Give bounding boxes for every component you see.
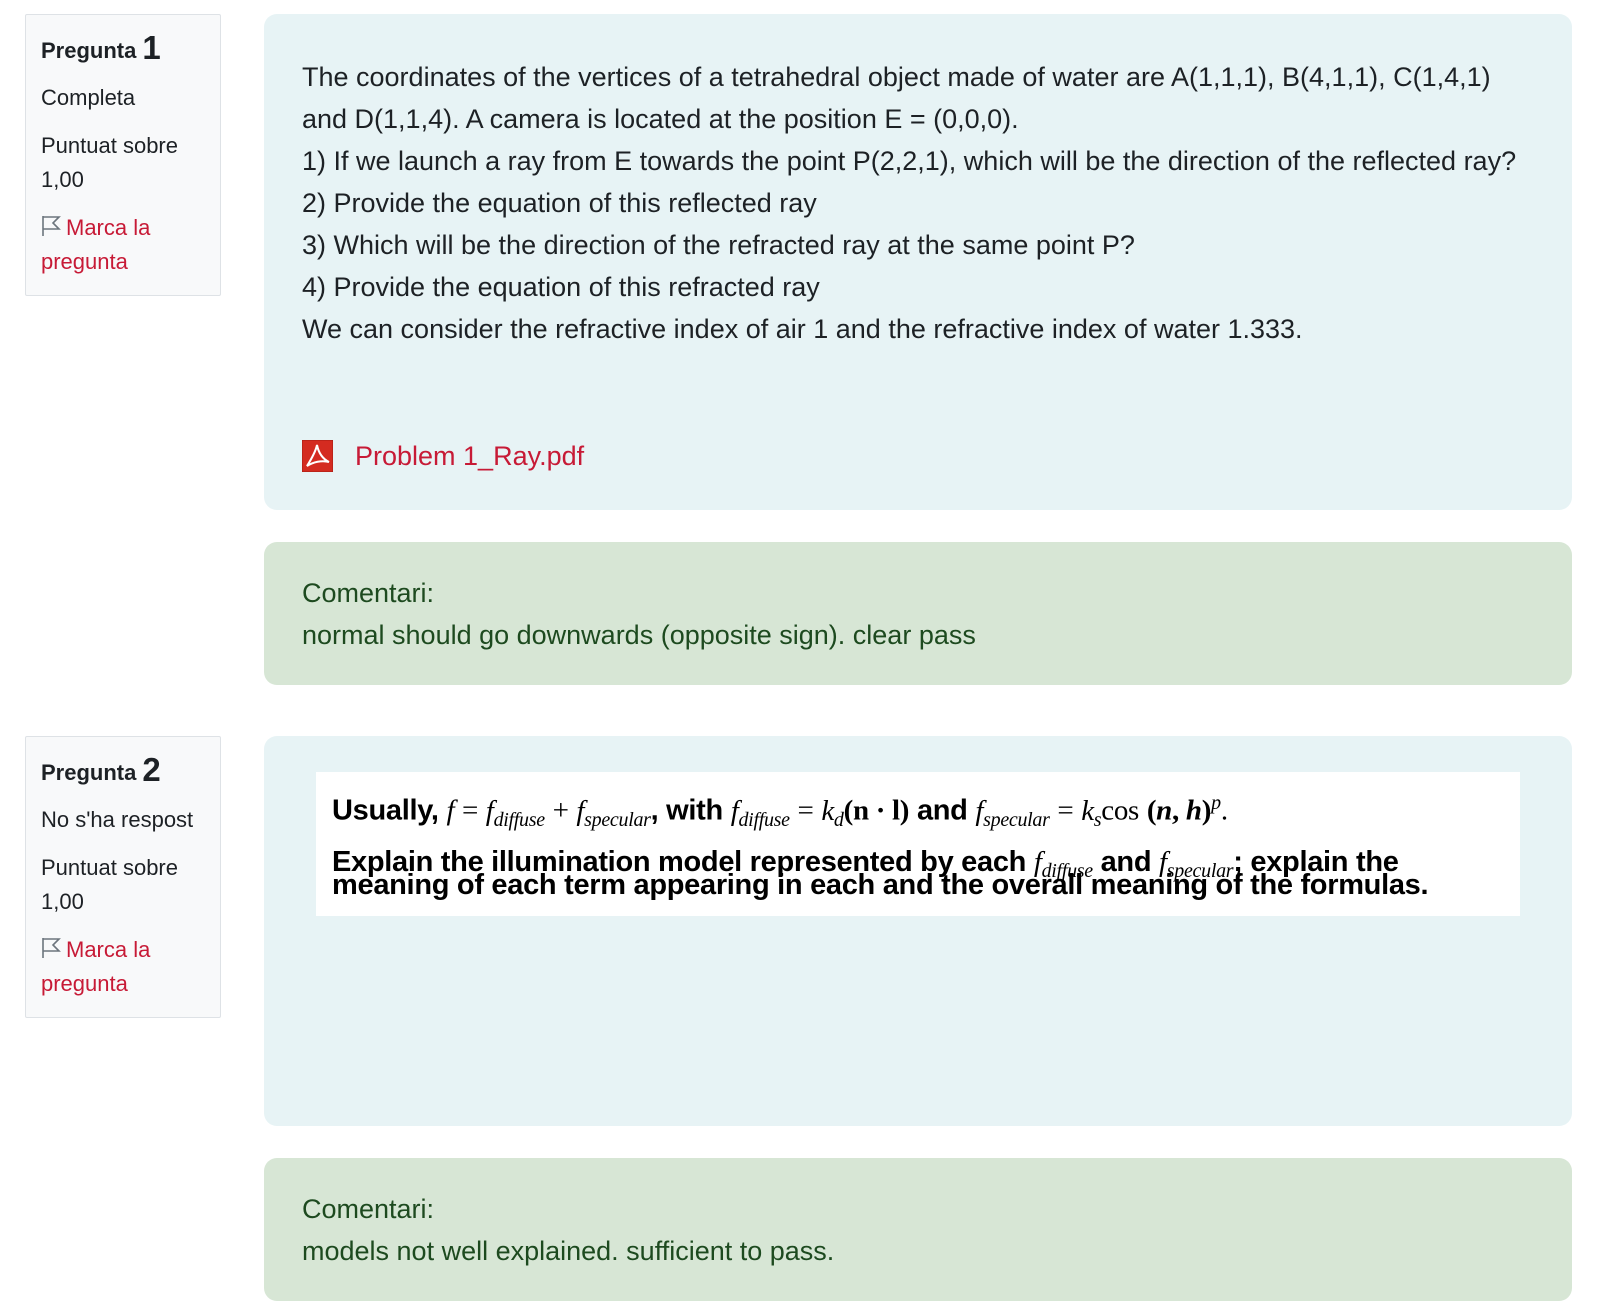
question-1-line: 2) Provide the equation of this reflecte… [302,188,817,218]
comment-label: Comentari: [302,1194,435,1224]
pdf-icon [301,439,334,473]
question-1-text: The coordinates of the vertices of a tet… [264,14,1572,510]
question-1-comment: Comentari: normal should go downwards (o… [264,542,1572,685]
question-2-comment: Comentari: models not well explained. su… [264,1158,1572,1301]
question-1-line: We can consider the refractive index of … [302,314,1303,344]
question-2-state: No s'ha respost [41,807,194,832]
comment-text: normal should go downwards (opposite sig… [302,620,976,650]
attachment: Problem 1_Ray.pdf [301,439,584,473]
question-1-state: Completa [41,85,136,110]
question-2-number: Pregunta 2 [41,751,161,788]
question-1-line: 1) If we launch a ray from E towards the… [302,146,1517,176]
question-1-flag-link[interactable]: Marca la pregunta [41,211,205,279]
flag-icon [42,938,61,958]
question-1-info: Pregunta 1 Completa Puntuat sobre 1,00 Ma… [25,14,221,296]
comment-text: models not well explained. sufficient to… [302,1236,835,1266]
comment-label: Comentari: [302,578,435,608]
question-1-line: 4) Provide the equation of this refracte… [302,272,820,302]
question-2-info: Pregunta 2 No s'ha respost Puntuat sobre … [25,736,221,1018]
question-1-grade: Puntuat sobre 1,00 [41,133,178,192]
question-1-line: 3) Which will be the direction of the re… [302,230,1135,260]
question-1-number: Pregunta 1 [41,29,161,66]
question-2-text: Usually, f = fdiffuse + fspecular, with … [264,736,1572,1126]
question-2-grade: Puntuat sobre 1,00 [41,855,178,914]
attachment-link[interactable]: Problem 1_Ray.pdf [355,441,584,472]
question-1-line: The coordinates of the vertices of a tet… [302,62,1491,134]
formula-line-3: meaning of each term appearing in each a… [316,864,1520,916]
question-2-flag-link[interactable]: Marca la pregunta [41,933,205,1001]
formula-line-1: Usually, f = fdiffuse + fspecular, with … [332,792,1228,831]
flag-icon [42,216,61,236]
